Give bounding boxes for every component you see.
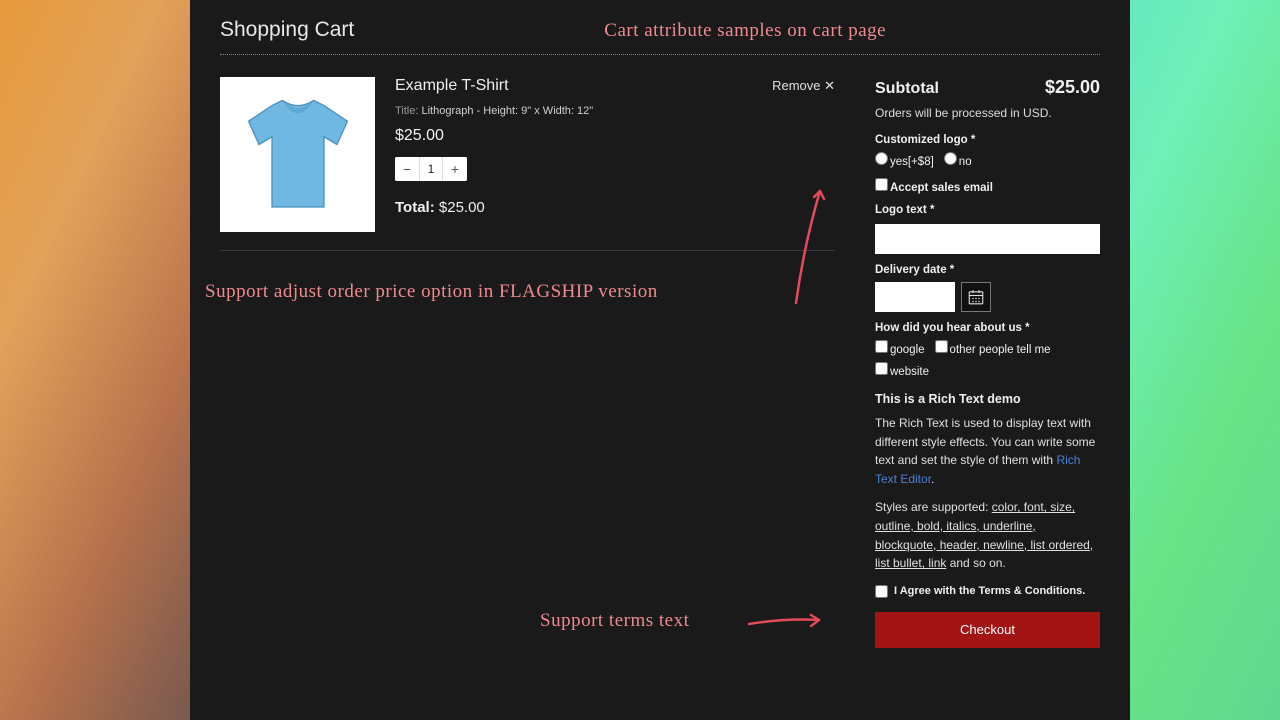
- hear-about-label: How did you hear about us *: [875, 322, 1100, 334]
- cart-panel: Shopping Cart Cart attribute samples on …: [190, 0, 1130, 720]
- radio-yes[interactable]: yes[+$8]: [875, 152, 934, 168]
- remove-button[interactable]: Remove ✕: [772, 78, 835, 94]
- custom-logo-label: Customized logo *: [875, 134, 1100, 146]
- subtotal-amount: $25.00: [1045, 77, 1100, 98]
- cart-item: Example T-Shirt Remove ✕ Title: Lithogra…: [220, 77, 835, 251]
- qty-increase-button[interactable]: +: [443, 157, 467, 181]
- logo-text-label: Logo text *: [875, 204, 1100, 216]
- annotation-top: Cart attribute samples on cart page: [604, 20, 886, 42]
- calendar-icon: [967, 288, 985, 306]
- hear-opt-other[interactable]: other people tell me: [935, 340, 1051, 356]
- accept-sales-checkbox[interactable]: Accept sales email: [875, 178, 993, 194]
- divider: [220, 54, 1100, 55]
- qty-decrease-button[interactable]: −: [395, 157, 419, 181]
- rich-text-title: This is a Rich Text demo: [875, 392, 1100, 406]
- delivery-date-label: Delivery date *: [875, 264, 1100, 276]
- sidebar-column: Subtotal $25.00 Orders will be processed…: [875, 77, 1100, 648]
- annotation-bottom: Support terms text: [540, 610, 689, 632]
- delivery-date-input[interactable]: [875, 282, 955, 312]
- rich-text-p2: Styles are supported: color, font, size,…: [875, 498, 1100, 572]
- page-title: Shopping Cart: [220, 18, 354, 42]
- product-title: Example T-Shirt: [395, 77, 509, 95]
- terms-label: I Agree with the Terms & Conditions.: [894, 585, 1085, 597]
- cart-items-column: Example T-Shirt Remove ✕ Title: Lithogra…: [220, 77, 835, 648]
- quantity-stepper: − 1 +: [395, 157, 467, 181]
- product-price: $25.00: [395, 127, 835, 145]
- hear-opt-website[interactable]: website: [875, 362, 929, 378]
- hear-opt-google[interactable]: google: [875, 340, 925, 356]
- calendar-button[interactable]: [961, 282, 991, 312]
- checkout-button[interactable]: Checkout: [875, 612, 1100, 648]
- currency-note: Orders will be processed in USD.: [875, 106, 1100, 120]
- tshirt-icon: [233, 90, 363, 220]
- terms-checkbox[interactable]: [875, 585, 888, 598]
- line-total: Total: $25.00: [395, 199, 835, 216]
- logo-text-input[interactable]: [875, 224, 1100, 254]
- product-thumbnail: [220, 77, 375, 232]
- rich-text-p1: The Rich Text is used to display text wi…: [875, 414, 1100, 488]
- qty-value: 1: [419, 157, 443, 181]
- product-variant: Title: Lithograph - Height: 9" x Width: …: [395, 105, 835, 117]
- subtotal-label: Subtotal: [875, 80, 939, 98]
- radio-no[interactable]: no: [944, 152, 972, 168]
- annotation-mid: Support adjust order price option in FLA…: [205, 281, 820, 303]
